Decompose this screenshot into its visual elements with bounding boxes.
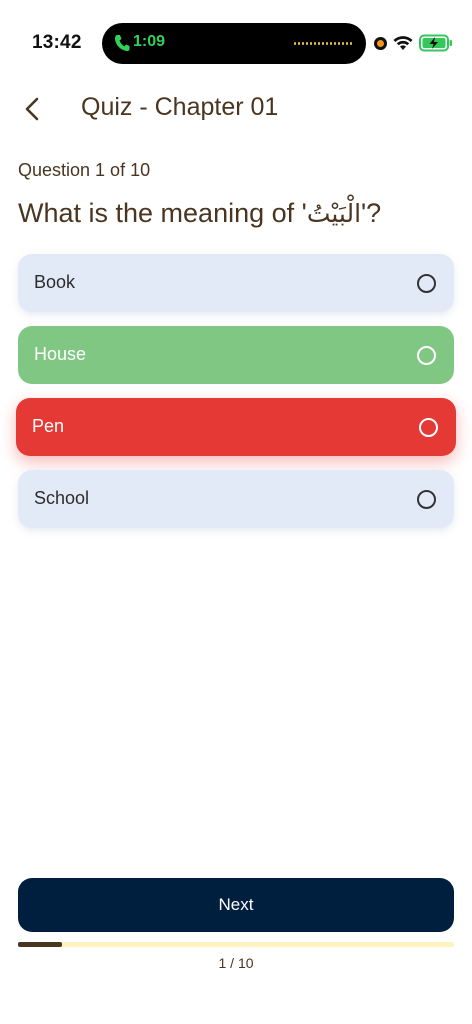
call-duration: 1:09 (133, 33, 166, 50)
progress-text: 1 / 10 (218, 955, 254, 971)
option-label: School (34, 488, 90, 508)
radio-circle-icon (417, 346, 436, 365)
arabic-word: الْبَيْتُ (306, 199, 362, 228)
next-button[interactable]: Next (18, 878, 454, 932)
option-book[interactable]: Book (18, 254, 454, 312)
phone-icon (115, 35, 130, 51)
status-time: 13:42 (32, 32, 82, 53)
status-bar: 13:42 1:09 (0, 0, 472, 86)
wifi-icon (393, 36, 413, 50)
question-prefix: What is the meaning of ' (18, 198, 307, 228)
audio-waveform-icon (294, 42, 352, 45)
dynamic-island[interactable]: 1:09 (102, 23, 366, 64)
option-label: House (34, 344, 87, 364)
radio-circle-icon (417, 490, 436, 509)
option-school[interactable]: School (18, 470, 454, 528)
option-label: Pen (32, 416, 65, 436)
progress-fill (18, 942, 62, 947)
page-title: Quiz - Chapter 01 (81, 93, 279, 121)
question-counter: Question 1 of 10 (18, 160, 151, 180)
progress-bar (18, 942, 454, 947)
question-text: What is the meaning of 'الْبَيْتُ'? (18, 198, 381, 229)
question-suffix: '? (361, 198, 382, 228)
battery-charging-icon (419, 34, 452, 52)
header: Quiz - Chapter 01 (0, 86, 472, 132)
chevron-left-icon (25, 97, 39, 121)
radio-circle-icon (417, 274, 436, 293)
back-button[interactable] (14, 90, 52, 128)
option-house[interactable]: House (18, 326, 454, 384)
option-label: Book (34, 272, 76, 292)
option-pen[interactable]: Pen (16, 398, 456, 456)
radio-circle-icon (419, 418, 438, 437)
recording-indicator-icon (374, 37, 387, 50)
